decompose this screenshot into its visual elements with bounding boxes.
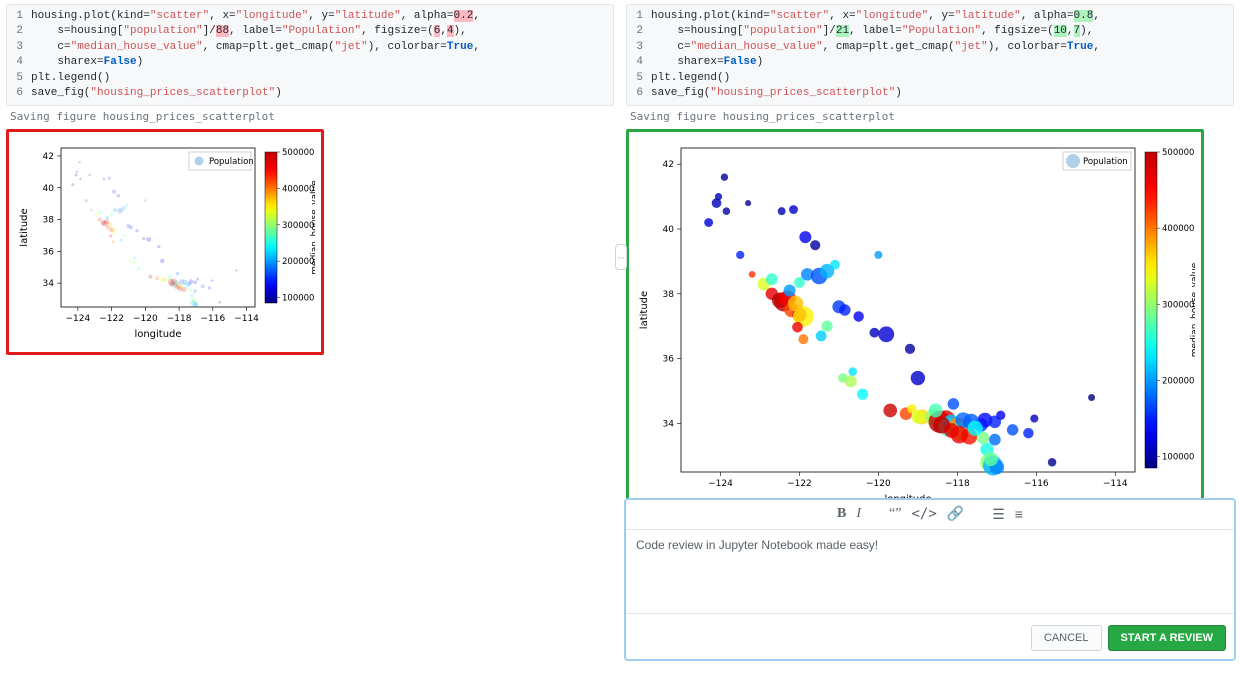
code-block-right: 1housing.plot(kind="scatter", x="longitu…: [626, 4, 1234, 106]
unordered-list-icon[interactable]: ≡: [1015, 506, 1023, 523]
cancel-button[interactable]: CANCEL: [1031, 625, 1102, 651]
svg-text:−122: −122: [99, 314, 124, 324]
svg-text:median_house_value: median_house_value: [310, 180, 315, 275]
output-textr: Saving figure housing_prices_scatterplot: [630, 110, 1234, 123]
svg-text:−114: −114: [234, 314, 259, 324]
diff-pane-left: 1housing.plot(kind="scatter", x="longitu…: [0, 0, 620, 680]
ordered-list-icon[interactable]: ☰: [992, 506, 1005, 523]
svg-text:−120: −120: [866, 479, 891, 489]
code-icon[interactable]: </>: [911, 506, 936, 523]
svg-text:median_house_value: median_house_value: [1190, 263, 1195, 358]
svg-text:latitude: latitude: [19, 209, 30, 247]
svg-text:longitude: longitude: [134, 329, 181, 340]
svg-text:500000: 500000: [1162, 148, 1194, 158]
output-textl: Saving figure housing_prices_scatterplot: [10, 110, 614, 123]
svg-text:−118: −118: [167, 314, 192, 324]
comment-actions: CANCEL START A REVIEW: [626, 617, 1234, 659]
svg-text:−120: −120: [133, 314, 158, 324]
svg-text:Population: Population: [209, 157, 254, 167]
link-icon[interactable]: 🔗: [947, 506, 964, 523]
svg-text:100000: 100000: [1162, 453, 1194, 463]
plot-container-left: −124 −122 −120 −118 −116 −114 34 36 38 40 42 longit…: [6, 129, 324, 355]
svg-text:−114: −114: [1103, 479, 1128, 489]
comment-toolbar: B I “” </> 🔗 ☰ ≡: [626, 500, 1234, 530]
svg-text:36: 36: [43, 248, 55, 258]
italic-icon[interactable]: I: [856, 506, 861, 523]
svg-text:−118: −118: [945, 479, 970, 489]
svg-text:38: 38: [43, 216, 55, 226]
pane-divider-handle[interactable]: ⇔: [615, 244, 627, 270]
svg-text:−124: −124: [66, 314, 91, 324]
code-block-left: 1housing.plot(kind="scatter", x="longitu…: [6, 4, 614, 106]
svg-text:34: 34: [43, 279, 55, 289]
start-review-button[interactable]: START A REVIEW: [1108, 625, 1226, 651]
svg-text:200000: 200000: [1162, 377, 1194, 387]
svg-text:latitude: latitude: [639, 291, 650, 329]
bold-icon[interactable]: B: [837, 506, 846, 523]
svg-text:Population: Population: [1083, 157, 1128, 167]
svg-text:−124: −124: [708, 479, 733, 489]
svg-text:42: 42: [663, 161, 674, 171]
svg-text:100000: 100000: [282, 294, 314, 304]
svg-text:34: 34: [663, 420, 675, 430]
svg-text:500000: 500000: [282, 148, 314, 158]
diff-pane-right: 1housing.plot(kind="scatter", x="longitu…: [620, 0, 1240, 680]
svg-text:36: 36: [663, 355, 675, 365]
svg-text:−116: −116: [200, 314, 225, 324]
svg-text:40: 40: [43, 184, 55, 194]
svg-text:400000: 400000: [1162, 224, 1194, 234]
review-comment-box: B I “” </> 🔗 ☰ ≡ Code review in Jupyter …: [624, 498, 1236, 661]
svg-text:38: 38: [663, 290, 675, 300]
svg-text:42: 42: [43, 152, 54, 162]
svg-text:−116: −116: [1024, 479, 1049, 489]
svg-text:40: 40: [663, 225, 675, 235]
quote-icon[interactable]: “”: [889, 506, 901, 523]
svg-text:−122: −122: [787, 479, 812, 489]
plot-container-right: −124−122−120−118−116−1143436384042longit…: [626, 129, 1204, 520]
comment-textarea[interactable]: Code review in Jupyter Notebook made eas…: [626, 530, 1234, 614]
